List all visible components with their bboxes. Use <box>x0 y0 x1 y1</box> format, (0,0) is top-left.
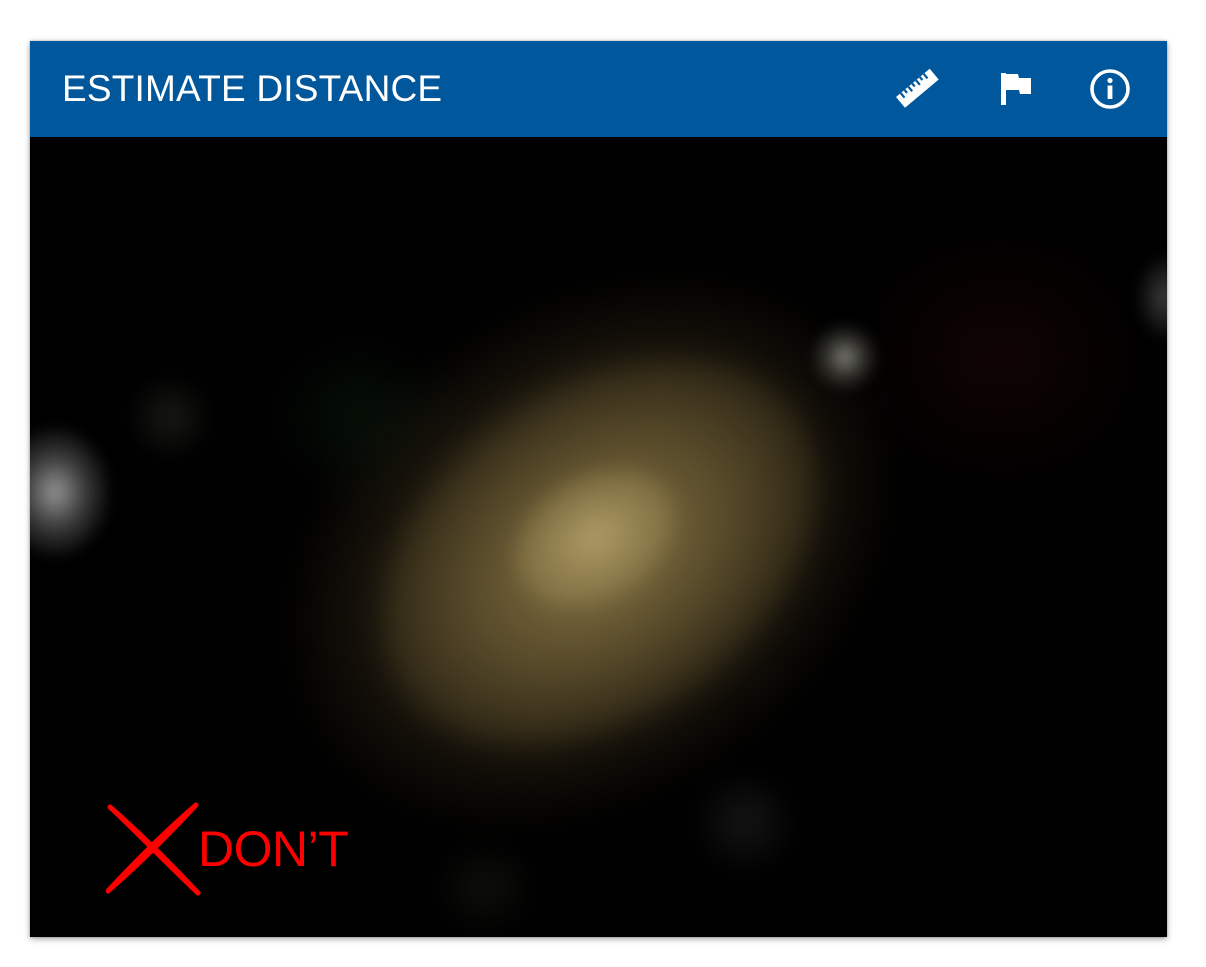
card-header: ESTIMATE DISTANCE <box>30 41 1167 137</box>
faint-object <box>690 767 800 877</box>
background-haze <box>850 227 1150 487</box>
ruler-button[interactable] <box>892 63 944 115</box>
x-mark-icon <box>106 802 201 896</box>
faint-object <box>125 372 215 462</box>
page-title: ESTIMATE DISTANCE <box>62 68 443 109</box>
faint-object <box>430 837 540 937</box>
flag-icon <box>1001 73 1031 105</box>
flag-button[interactable] <box>990 63 1042 115</box>
info-icon <box>1090 69 1130 109</box>
info-button[interactable] <box>1084 63 1136 115</box>
star <box>30 427 110 557</box>
estimate-distance-card: ESTIMATE DISTANCE DON’T <box>30 41 1167 937</box>
ruler-icon <box>896 68 939 108</box>
star <box>810 322 880 392</box>
galaxy-image: DON’T <box>30 137 1167 937</box>
dont-text: DON’T <box>198 821 349 877</box>
dont-annotation: DON’T <box>106 801 366 897</box>
